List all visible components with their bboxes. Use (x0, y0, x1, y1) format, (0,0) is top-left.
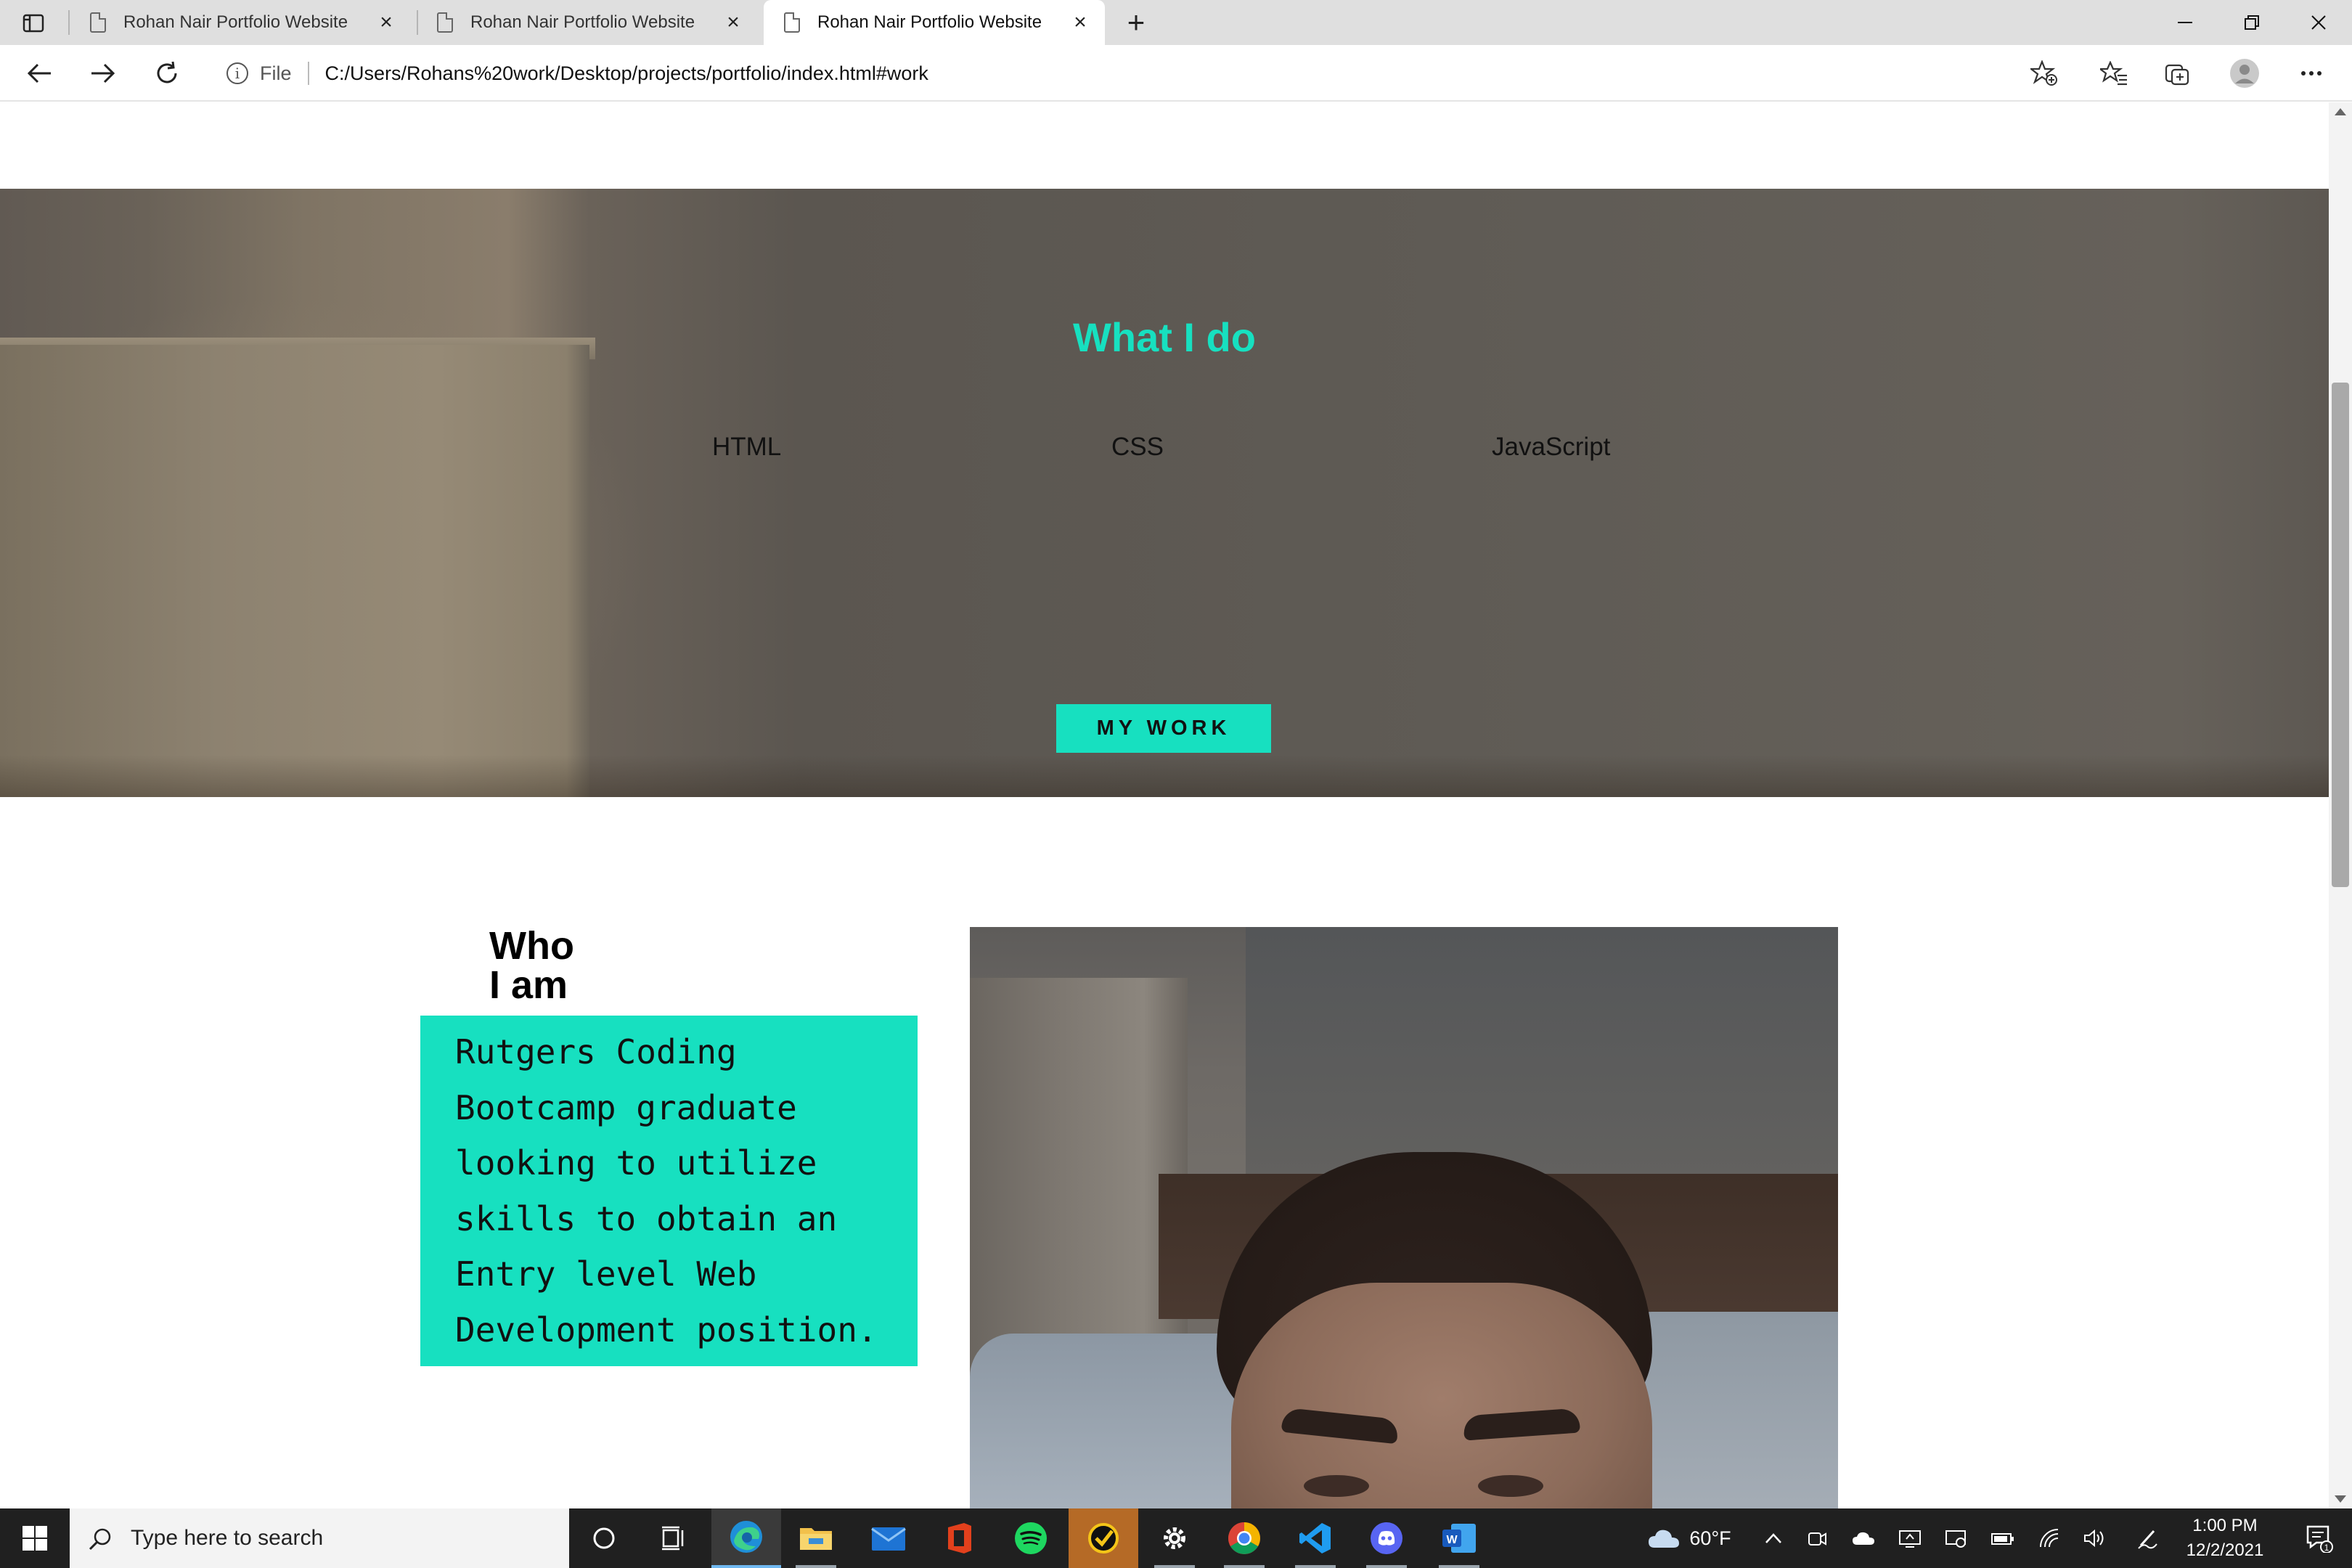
taskbar-search-box[interactable]: Type here to search (70, 1508, 569, 1568)
skill-html: HTML (712, 433, 782, 461)
back-button[interactable] (17, 54, 61, 93)
who-title-line: Who (489, 924, 574, 968)
page-icon (784, 12, 800, 33)
bio-line: Rutgers Coding (455, 1032, 737, 1071)
info-icon[interactable]: i (226, 62, 248, 84)
section-title-who-i-am: Who I am (489, 926, 678, 1005)
word-icon[interactable]: W (1424, 1508, 1494, 1568)
clock-time: 1:00 PM (2192, 1516, 2258, 1535)
address-divider (307, 62, 309, 85)
battery-icon[interactable] (1985, 1508, 2021, 1568)
close-window-button[interactable] (2285, 0, 2352, 45)
clock-date: 12/2/2021 (2186, 1540, 2264, 1560)
onedrive-icon[interactable] (1845, 1508, 1882, 1568)
minimize-button[interactable] (2152, 0, 2218, 45)
svg-text:W: W (1446, 1534, 1458, 1546)
who-title-line: I am (489, 963, 568, 1007)
restore-button[interactable] (2218, 0, 2285, 45)
bio-line: Bootcamp graduate (455, 1087, 797, 1127)
tab-title: Rohan Nair Portfolio Website (470, 12, 695, 32)
mail-icon[interactable] (854, 1508, 923, 1568)
scheme-label: File (260, 62, 292, 84)
close-tab-icon[interactable]: × (372, 10, 401, 35)
tab-title: Rohan Nair Portfolio Website (123, 12, 348, 32)
tab-actions-icon[interactable] (13, 9, 54, 38)
meet-now-icon[interactable] (1799, 1508, 1835, 1568)
bio-box: Rutgers Coding Bootcamp graduate looking… (420, 1016, 918, 1366)
refresh-button[interactable] (145, 54, 189, 93)
file-explorer-icon[interactable] (781, 1508, 851, 1568)
norton-icon[interactable] (1069, 1508, 1138, 1568)
scroll-thumb[interactable] (2332, 383, 2349, 887)
add-favorite-icon[interactable] (2022, 54, 2066, 93)
show-hidden-icons-icon[interactable] (1755, 1508, 1792, 1568)
svg-text:1: 1 (2324, 1543, 2329, 1553)
edge-icon[interactable] (711, 1508, 781, 1568)
new-tab-button[interactable]: + (1118, 4, 1154, 41)
browser-toolbar: i File C:/Users/Rohans%20work/Desktop/pr… (0, 45, 2352, 102)
bio-line: Entry level Web (455, 1254, 757, 1294)
background-photo-detail (0, 755, 2329, 797)
notifications-icon[interactable]: 1 (2287, 1508, 2352, 1568)
settings-icon[interactable] (1140, 1508, 1209, 1568)
search-icon (89, 1527, 111, 1551)
tab-3-active[interactable]: Rohan Nair Portfolio Website × (764, 0, 1105, 45)
close-tab-icon[interactable]: × (1066, 10, 1095, 35)
vscode-icon[interactable] (1281, 1508, 1350, 1568)
page-icon (90, 12, 106, 33)
windows-taskbar: Type here to search W 60°F 1:00 PM 12/2/… (0, 1508, 2352, 1568)
office-icon[interactable] (925, 1508, 995, 1568)
skill-javascript: JavaScript (1492, 433, 1611, 461)
tab-2[interactable]: Rohan Nair Portfolio Website × (417, 0, 758, 45)
pen-icon[interactable] (2130, 1508, 2166, 1568)
skill-css: CSS (1111, 433, 1164, 461)
more-menu-icon[interactable] (2290, 54, 2333, 93)
tab-title: Rohan Nair Portfolio Website (817, 12, 1042, 32)
bio-line: looking to utilize (455, 1143, 817, 1183)
start-button[interactable] (0, 1508, 70, 1568)
cortana-icon[interactable] (569, 1508, 639, 1568)
weather-widget[interactable]: 60°F (1642, 1508, 1736, 1568)
forward-button[interactable] (81, 54, 125, 93)
address-bar[interactable]: i File C:/Users/Rohans%20work/Desktop/pr… (208, 52, 2073, 94)
url-text[interactable]: C:/Users/Rohans%20work/Desktop/projects/… (325, 62, 928, 85)
wifi-icon[interactable] (2033, 1508, 2069, 1568)
search-placeholder: Type here to search (131, 1526, 324, 1550)
scroll-down-arrow-icon[interactable] (2335, 1495, 2346, 1503)
page-viewport: What I do HTML CSS JavaScript MY WORK Wh… (0, 102, 2329, 1508)
chrome-icon[interactable] (1209, 1508, 1279, 1568)
tab-1[interactable]: Rohan Nair Portfolio Website × (70, 0, 411, 45)
cloud-icon (1649, 1530, 1680, 1548)
work-section: What I do HTML CSS JavaScript MY WORK (0, 189, 2329, 797)
taskbar-clock[interactable]: 1:00 PM 12/2/2021 (2171, 1508, 2279, 1568)
background-photo-detail (0, 345, 589, 797)
windows-logo-icon (23, 1526, 47, 1551)
bio-line: Development position. (455, 1310, 878, 1349)
collections-icon[interactable] (2156, 54, 2200, 93)
spotify-icon[interactable] (996, 1508, 1066, 1568)
profile-avatar[interactable] (2223, 54, 2266, 93)
profile-photo (970, 927, 1838, 1508)
page-icon (437, 12, 453, 33)
discord-icon[interactable] (1352, 1508, 1421, 1568)
scroll-up-arrow-icon[interactable] (2335, 108, 2346, 115)
favorites-icon[interactable] (2092, 54, 2136, 93)
my-work-button[interactable]: MY WORK (1056, 704, 1271, 753)
tab-strip: Rohan Nair Portfolio Website × Rohan Nai… (0, 0, 2352, 45)
security-icon[interactable] (1938, 1508, 1975, 1568)
weather-temperature: 60°F (1689, 1527, 1731, 1549)
task-view-icon[interactable] (639, 1508, 709, 1568)
bio-line: skills to obtain an (455, 1199, 838, 1238)
close-tab-icon[interactable]: × (719, 10, 748, 35)
page-scrollbar[interactable] (2329, 102, 2352, 1508)
display-icon[interactable] (1892, 1508, 1928, 1568)
section-title-what-i-do: What I do (1073, 314, 1256, 360)
volume-icon[interactable] (2076, 1508, 2112, 1568)
